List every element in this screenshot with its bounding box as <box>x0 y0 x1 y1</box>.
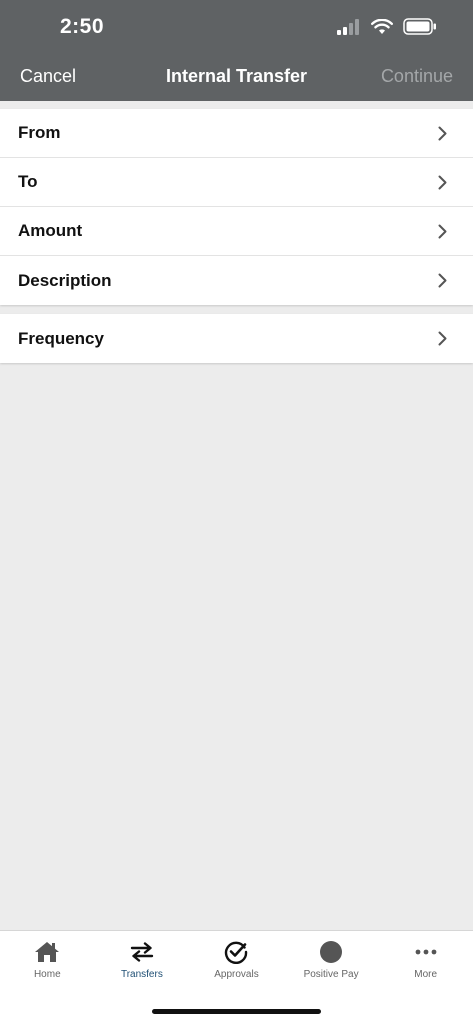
continue-button[interactable]: Continue <box>381 66 453 87</box>
tab-positive-pay[interactable]: Positive Pay <box>284 931 379 991</box>
frequency-group: Frequency <box>0 314 473 363</box>
ellipsis-icon <box>415 949 437 955</box>
transfer-arrows-icon <box>130 942 154 962</box>
wifi-icon <box>371 18 393 34</box>
to-row[interactable]: To <box>0 158 473 207</box>
amount-row[interactable]: Amount <box>0 207 473 256</box>
status-icons <box>337 18 437 35</box>
status-bar: 2:50 <box>0 0 473 56</box>
description-row[interactable]: Description <box>0 256 473 305</box>
tab-more[interactable]: More <box>378 931 473 991</box>
description-label: Description <box>18 270 112 290</box>
chevron-right-icon <box>438 175 447 190</box>
nav-bar: Cancel Internal Transfer Continue <box>0 56 473 101</box>
from-row[interactable]: From <box>0 109 473 158</box>
circle-icon <box>320 941 343 963</box>
tab-approvals[interactable]: Approvals <box>189 931 284 991</box>
tab-positive-pay-label: Positive Pay <box>303 969 359 980</box>
tab-approvals-label: Approvals <box>214 969 259 980</box>
home-icon <box>35 942 60 962</box>
chevron-right-icon <box>438 224 447 239</box>
frequency-row[interactable]: Frequency <box>0 314 473 363</box>
from-label: From <box>18 123 61 142</box>
frequency-label: Frequency <box>18 328 104 348</box>
transfer-details-group: From To Amount Description <box>0 109 473 305</box>
tab-transfers-label: Transfers <box>120 969 163 980</box>
page-title: Internal Transfer <box>165 66 308 86</box>
cellular-signal-icon <box>337 18 359 35</box>
check-circle-icon <box>225 941 248 964</box>
chevron-right-icon <box>438 273 447 288</box>
home-indicator[interactable] <box>152 1009 321 1014</box>
amount-label: Amount <box>18 221 83 240</box>
tab-home[interactable]: Home <box>0 931 95 991</box>
tab-transfers[interactable]: Transfers <box>95 931 190 991</box>
battery-icon <box>403 18 436 35</box>
to-label: To <box>18 172 38 191</box>
chevron-right-icon <box>438 126 447 141</box>
status-time: 2:50 <box>60 15 105 38</box>
tab-home-label: Home <box>33 969 61 980</box>
tab-more-label: More <box>414 969 438 980</box>
cancel-button[interactable]: Cancel <box>20 66 76 87</box>
chevron-right-icon <box>438 331 447 346</box>
